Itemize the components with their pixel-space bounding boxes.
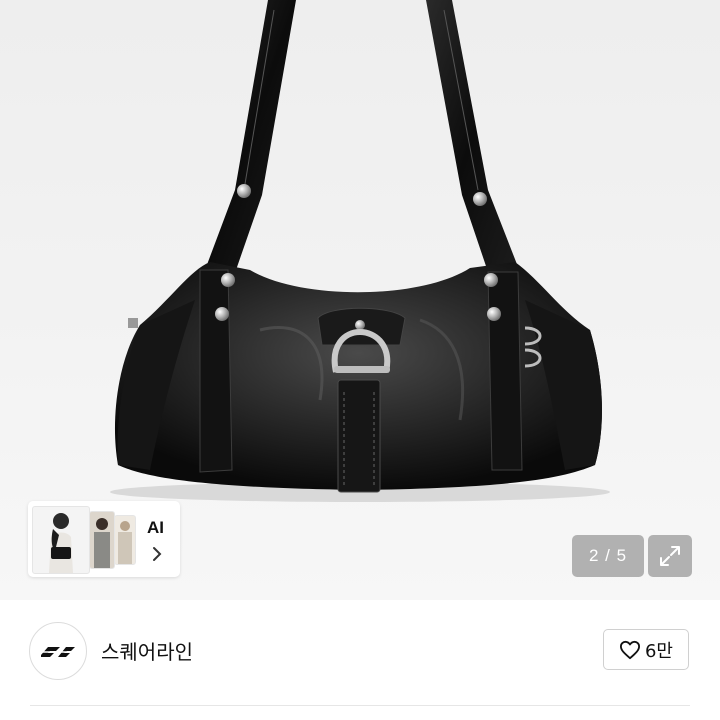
shop-logo-icon bbox=[40, 647, 76, 657]
chevron-right-icon bbox=[153, 547, 162, 561]
like-count: 6만 bbox=[644, 640, 673, 662]
ai-thumbnail-model bbox=[32, 506, 90, 574]
ai-thumbnail-second bbox=[89, 511, 115, 569]
image-page-counter: 2 / 5 bbox=[572, 535, 644, 577]
expand-image-button[interactable] bbox=[648, 535, 692, 577]
like-button[interactable]: 6만 bbox=[603, 629, 689, 670]
ai-styling-chip[interactable]: AI bbox=[28, 501, 180, 577]
product-image-gallery[interactable]: AI 2 / 5 bbox=[0, 0, 720, 600]
ai-thumbnail-third bbox=[114, 515, 136, 565]
heart-outline-icon bbox=[619, 640, 640, 659]
expand-arrows-icon bbox=[660, 546, 680, 566]
section-divider bbox=[30, 705, 690, 706]
ai-label: AI bbox=[147, 518, 164, 537]
shop-logo[interactable] bbox=[29, 622, 87, 680]
shop-name[interactable]: 스퀘어라인 bbox=[101, 636, 193, 665]
